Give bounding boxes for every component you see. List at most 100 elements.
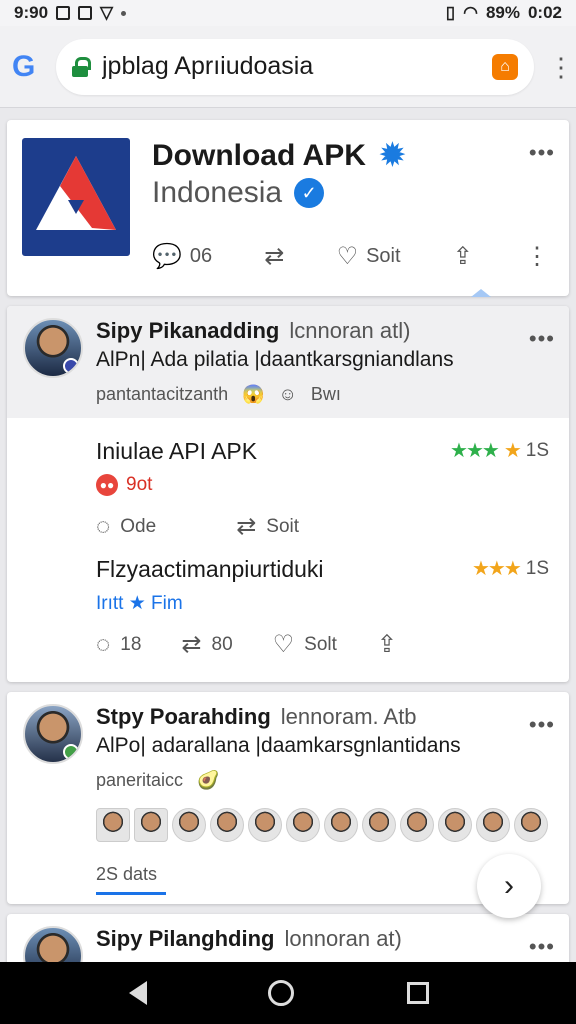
avatar[interactable] bbox=[210, 808, 244, 842]
like-button[interactable]: ♡ Solt bbox=[273, 630, 337, 659]
share-icon: ⇪ bbox=[376, 631, 398, 658]
wifi-icon: ◠ bbox=[463, 3, 478, 22]
status-bar: 9:90 ▽ ▯ ◠ 89% 0:02 bbox=[0, 0, 576, 26]
caret-indicator bbox=[471, 289, 491, 297]
status-time: 9:90 bbox=[14, 3, 49, 22]
home-circle-icon bbox=[267, 980, 294, 1006]
rating: ★★★ 1S bbox=[471, 557, 549, 581]
share-button[interactable]: ⇪ bbox=[453, 242, 473, 271]
more-icon[interactable]: ••• bbox=[529, 326, 555, 352]
menu-icon[interactable]: ⋮ bbox=[548, 54, 574, 80]
notification-icon bbox=[78, 6, 93, 20]
post-author: Sipy Pilanghding lonnoran at) bbox=[96, 926, 402, 951]
url-bar[interactable]: jpblag Aprıiudoasia ⌂ bbox=[56, 38, 534, 95]
avatar[interactable] bbox=[23, 318, 83, 378]
avatar-strip bbox=[96, 808, 549, 842]
avatar[interactable] bbox=[248, 808, 282, 842]
app-card[interactable]: Download APK ✹ Indonesia ✓ ••• 💬 06 ⇄ ♡ … bbox=[7, 120, 569, 297]
star-icon: ★★★ bbox=[450, 440, 500, 462]
comment-button[interactable]: ◌ 18 bbox=[96, 630, 141, 659]
dot-icon bbox=[121, 10, 127, 16]
retweet-button[interactable]: ⇄ bbox=[264, 242, 284, 271]
item-tag: ●● 9ot bbox=[96, 474, 152, 496]
system-nav-bar bbox=[0, 962, 576, 1024]
comment-button[interactable]: 💬 06 bbox=[152, 242, 212, 271]
share-icon: ⇪ bbox=[452, 243, 473, 270]
overflow-icon: ⋮ bbox=[524, 243, 549, 270]
share-button[interactable]: ⇪ bbox=[377, 630, 397, 659]
list-item[interactable]: Flzyaactimanpiurtiduki ★★★ 1S Irıtt ★ Fi… bbox=[7, 536, 569, 658]
app-actions: 💬 06 ⇄ ♡ Soit ⇪ ⋮ bbox=[152, 242, 549, 271]
comment-icon: 💬 bbox=[152, 243, 182, 270]
post-header[interactable]: Sipy Pikanadding lcnnoran atl) ••• AlPn| … bbox=[7, 306, 569, 418]
heart-icon: ♡ bbox=[336, 243, 359, 270]
post-author: Sipy Pikanadding lcnnoran atl) bbox=[96, 318, 411, 343]
item-tag: Irıtt ★ Fim bbox=[96, 593, 183, 614]
browser-toolbar: G jpblag Aprıiudoasia ⌂ ⋮ bbox=[0, 26, 576, 108]
star-icon: ★ bbox=[503, 440, 522, 462]
home-button[interactable] bbox=[267, 980, 308, 1006]
home-icon[interactable]: ⌂ bbox=[492, 53, 518, 80]
feed-card: Sipy Pikanadding lcnnoran atl) ••• AlPn| … bbox=[7, 306, 569, 682]
post-text: AlPo| adarallana |daamkarsgnlantidans bbox=[96, 734, 461, 757]
google-icon[interactable]: G bbox=[12, 50, 42, 84]
app-title: Download APK ✹ bbox=[152, 138, 406, 173]
item-title: Iniulae API APK bbox=[96, 438, 258, 464]
notification-icon bbox=[56, 6, 71, 20]
avatar[interactable] bbox=[324, 808, 358, 842]
item-title: Flzyaactimanpiurtiduki bbox=[96, 556, 324, 582]
post-text: AlPn| Ada pilatia |daantkarsgniandlans bbox=[96, 348, 454, 371]
signal-icon: ▽ bbox=[100, 3, 114, 22]
rating: ★★★ ★ 1S bbox=[450, 439, 549, 463]
app-logo bbox=[22, 138, 130, 256]
avatar[interactable] bbox=[476, 808, 510, 842]
status-dot-icon bbox=[63, 358, 79, 374]
recents-icon bbox=[406, 982, 429, 1004]
battery-level: 89% bbox=[485, 3, 520, 22]
progress-underline bbox=[96, 892, 166, 895]
status-clock: 0:02 bbox=[527, 3, 562, 22]
more-icon[interactable]: ••• bbox=[529, 140, 555, 166]
overflow-button[interactable]: ⋮ bbox=[525, 242, 549, 271]
record-icon: ●● bbox=[96, 474, 118, 496]
retweet-icon: ⇄ bbox=[264, 243, 285, 270]
recents-button[interactable] bbox=[406, 982, 447, 1004]
avatar[interactable] bbox=[438, 808, 472, 842]
avatar[interactable] bbox=[286, 808, 320, 842]
status-dot-icon bbox=[63, 744, 79, 760]
heart-icon: ♡ bbox=[272, 631, 295, 658]
next-button[interactable]: › bbox=[477, 854, 541, 918]
avatar[interactable] bbox=[362, 808, 396, 842]
more-icon[interactable]: ••• bbox=[529, 712, 555, 738]
verified-icon: ✓ bbox=[294, 178, 325, 208]
item-actions: ◌ 18 ⇄ 80 ♡ Solt ⇪ bbox=[96, 630, 397, 659]
retweet-icon: ⇄ bbox=[181, 631, 202, 658]
avatar[interactable] bbox=[172, 808, 206, 842]
avatar[interactable] bbox=[134, 808, 168, 842]
post-count: 2S dats bbox=[96, 864, 158, 884]
back-button[interactable] bbox=[129, 981, 169, 1005]
post-author: Stpy Poarahding lennoram. Atb bbox=[96, 704, 417, 729]
list-item[interactable]: Iniulae API APK ★★★ ★ 1S ●● 9ot ◌ Ode ⇄ S… bbox=[7, 418, 569, 540]
comment-icon: ◌ bbox=[96, 630, 111, 658]
post-meta: paneritaicc 🥑 bbox=[96, 770, 220, 790]
lock-icon bbox=[72, 56, 91, 77]
app-subtitle: Indonesia ✓ bbox=[152, 176, 325, 210]
avatar[interactable] bbox=[23, 704, 83, 764]
emoji-icon: 🥑 bbox=[197, 770, 220, 790]
gear-badge-icon: ✹ bbox=[379, 139, 406, 172]
retweet-button[interactable]: ⇄ 80 bbox=[181, 630, 232, 659]
avatar[interactable] bbox=[514, 808, 548, 842]
avatar[interactable] bbox=[96, 808, 130, 842]
back-icon bbox=[129, 981, 148, 1005]
like-button[interactable]: ♡ Soit bbox=[337, 242, 401, 271]
avatar[interactable] bbox=[400, 808, 434, 842]
post-meta: pantantacitzanth 😱 ☺ Bwı bbox=[96, 384, 341, 404]
face-icon: ☺ bbox=[278, 384, 297, 404]
emoji-icon: 😱 bbox=[242, 384, 265, 404]
star-icon: ★★★ bbox=[471, 558, 522, 580]
url-text: jpblag Aprıiudoasia bbox=[102, 52, 314, 80]
post-card[interactable]: Stpy Poarahding lennoram. Atb ••• AlPo| a… bbox=[7, 692, 569, 918]
vibrate-icon: ▯ bbox=[445, 3, 456, 22]
more-icon[interactable]: ••• bbox=[529, 934, 555, 960]
